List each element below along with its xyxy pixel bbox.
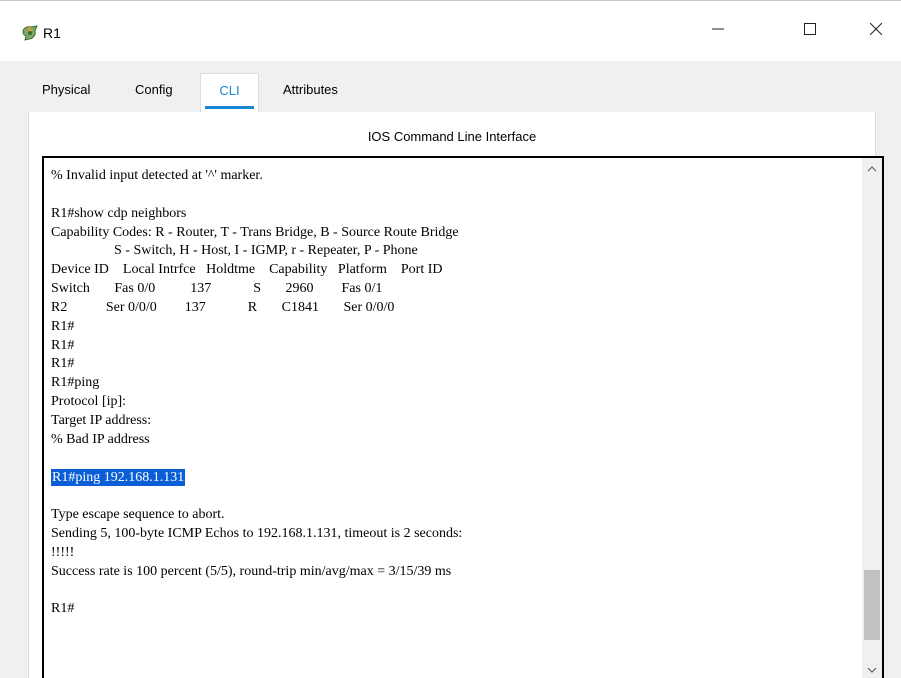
cli-window: R1 Physical Config CLI Attributes IOS Co… [0,0,901,678]
console-line: Success rate is 100 percent (5/5), round… [51,563,462,582]
tab-cli-label: CLI [219,83,240,98]
minimize-button[interactable] [696,11,740,51]
console-line-text: S - Switch, H - Host, I - IGMP, r - Repe… [51,243,418,259]
console-line: R1# [51,337,462,356]
console-line: R1# [51,318,462,337]
console-line: Capability Codes: R - Router, T - Trans … [51,224,462,243]
scrollbar-thumb[interactable] [864,570,880,641]
console-line: R1# [51,600,462,619]
console-line-text: R1#show cdp neighbors [51,205,187,221]
console-line: Target IP address: [51,412,462,431]
console-line-text: Sending 5, 100-byte ICMP Echos to 192.16… [51,526,463,542]
selected-command-text: R1#ping 192.168.1.131 [51,468,186,486]
console-line-text: R1#ping [51,375,100,391]
console-line: Protocol [ip]: [51,393,462,412]
tab-config[interactable]: Config [125,73,183,109]
router-icon [20,23,40,43]
console-line: R1# [51,355,462,374]
console-text[interactable]: % Invalid input detected at '^' marker. R… [51,167,462,619]
scroll-down-icon[interactable] [862,661,882,678]
console-line: Type escape sequence to abort. [51,506,462,525]
cli-panel: IOS Command Line Interface % Invalid inp… [28,112,884,678]
close-button[interactable] [854,11,898,51]
close-icon [869,22,883,40]
console-line: !!!!! [51,544,462,563]
console-line: R1#show cdp neighbors [51,205,462,224]
console-line-text: R2 Ser 0/0/0 137 R C1841 Ser 0/0/0 [51,299,395,315]
console-line: % Invalid input detected at '^' marker. [51,167,462,186]
console-line-text: R1# [51,337,75,353]
active-tab-indicator [205,106,254,109]
console-output[interactable]: % Invalid input detected at '^' marker. R… [42,156,884,678]
tab-attributes[interactable]: Attributes [273,73,348,109]
console-line: R1#ping 192.168.1.131 [51,468,462,488]
window-title: R1 [43,25,61,41]
console-line-text: Protocol [ip]: [51,394,127,410]
tab-bar: Physical Config CLI Attributes [28,73,878,113]
scroll-up-icon[interactable] [862,160,882,178]
console-line-text: % Invalid input detected at '^' marker. [51,168,263,183]
panel-title: IOS Command Line Interface [367,129,537,144]
console-line: % Bad IP address [51,431,462,450]
console-line: R1#ping [51,374,462,393]
console-line: Device ID Local Intrfce Holdtme Capabili… [51,261,462,280]
console-line-text: R1# [51,318,75,334]
console-line: R2 Ser 0/0/0 137 R C1841 Ser 0/0/0 [51,299,462,318]
console-line-text: R1# [51,601,75,617]
console-line-text: Success rate is 100 percent (5/5), round… [51,563,452,579]
tab-physical[interactable]: Physical [32,73,101,109]
console-line-text: !!!!! [51,544,75,560]
console-line: Sending 5, 100-byte ICMP Echos to 192.16… [51,525,462,544]
console-line-text: % Bad IP address [51,431,150,447]
maximize-button[interactable] [788,11,832,51]
tab-cli[interactable]: CLI [200,73,259,113]
vertical-scrollbar[interactable] [862,158,882,678]
minimize-icon [712,22,724,40]
console-line-text: Device ID Local Intrfce Holdtme Capabili… [51,262,443,278]
console-line-text: Type escape sequence to abort. [51,507,225,523]
console-line-text: R1# [51,356,75,372]
console-line-text: Capability Codes: R - Router, T - Trans … [51,224,459,240]
console-line-text: Switch Fas 0/0 137 S 2960 Fas 0/1 [51,281,383,297]
console-line-text: Target IP address: [51,412,152,428]
console-line: Switch Fas 0/0 137 S 2960 Fas 0/1 [51,280,462,299]
title-bar: R1 [0,1,901,61]
console-line: S - Switch, H - Host, I - IGMP, r - Repe… [51,242,462,261]
maximize-icon [804,22,816,40]
